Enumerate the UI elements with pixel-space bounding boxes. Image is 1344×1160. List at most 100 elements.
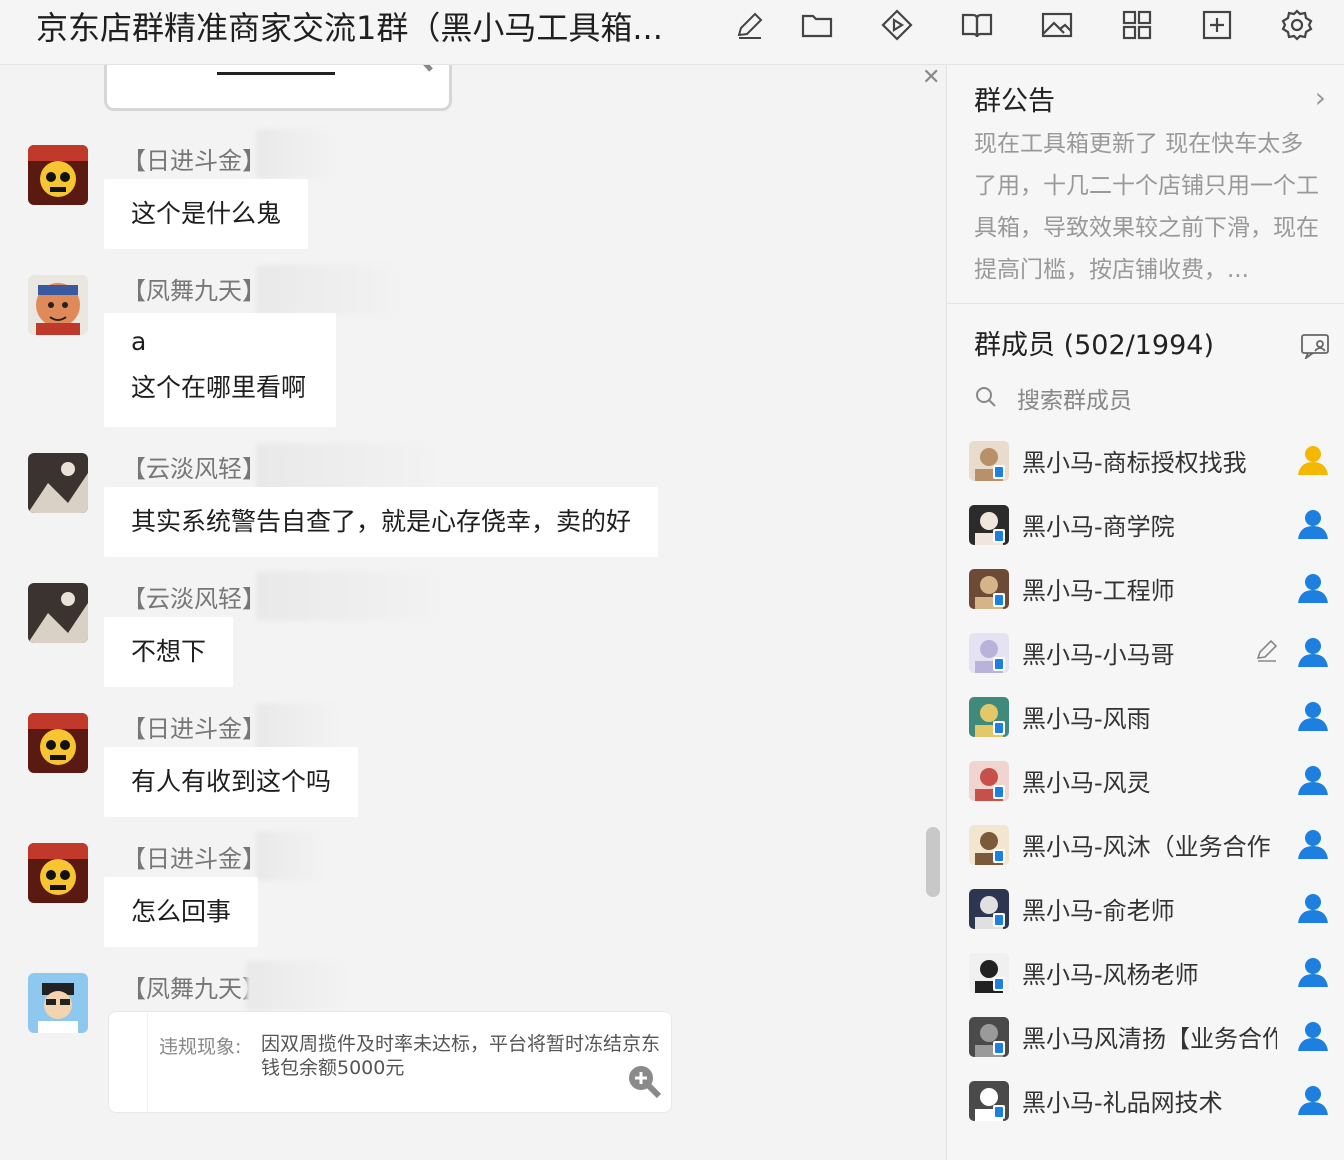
- blurred-name: [246, 961, 342, 1011]
- image-content: [217, 72, 335, 75]
- image-message-preview[interactable]: [104, 65, 452, 111]
- admin-badge-icon: [1298, 766, 1328, 795]
- zoom-icon[interactable]: [627, 1064, 663, 1100]
- member-item[interactable]: 黑小马-俞老师: [947, 881, 1344, 941]
- announcement-body[interactable]: 现在工具箱更新了 现在快车太多了用，十几二十个店铺只用一个工具箱，导致效果较之前…: [974, 123, 1319, 291]
- owner-badge-icon: [1298, 446, 1328, 475]
- grid-icon[interactable]: [1120, 8, 1154, 42]
- member-item[interactable]: 黑小马-风灵: [947, 753, 1344, 813]
- avatar[interactable]: [28, 973, 88, 1033]
- member-item[interactable]: 黑小马-商标授权找我: [947, 433, 1344, 493]
- member-name: 黑小马-风雨: [1022, 705, 1151, 733]
- admin-badge-icon: [1298, 1086, 1328, 1115]
- member-avatar: [969, 697, 1009, 737]
- avatar[interactable]: [28, 583, 88, 643]
- member-name: 黑小马-商标授权找我: [1022, 449, 1247, 477]
- admin-badge-icon: [1298, 510, 1328, 539]
- member-avatar: [969, 633, 1009, 673]
- avatar[interactable]: [28, 145, 88, 205]
- blurred-name: [256, 831, 322, 881]
- member-name: 黑小马-商学院: [1022, 513, 1175, 541]
- member-item[interactable]: 黑小马-小马哥: [947, 625, 1344, 685]
- admin-badge-icon: [1298, 830, 1328, 859]
- admin-badge-icon: [1298, 574, 1328, 603]
- close-icon[interactable]: ✕: [922, 67, 944, 89]
- sender-name: 【云淡风轻】: [122, 455, 266, 483]
- member-avatar: [969, 825, 1009, 865]
- admin-badge-icon: [1298, 958, 1328, 987]
- add-window-icon[interactable]: [1200, 8, 1234, 42]
- member-manage-icon[interactable]: [1300, 331, 1330, 359]
- card-divider: [147, 1012, 148, 1112]
- avatar[interactable]: [28, 275, 88, 335]
- card-label: 违规现象:: [159, 1036, 242, 1058]
- admin-badge-icon: [1298, 1022, 1328, 1051]
- member-avatar: [969, 1017, 1009, 1057]
- member-name: 黑小马-小马哥: [1022, 641, 1175, 669]
- member-avatar: [969, 569, 1009, 609]
- folder-icon[interactable]: [800, 8, 834, 42]
- sender-name: 【云淡风轻】: [122, 585, 266, 613]
- chat-area[interactable]: ✕ 【日进斗金】 这个是什么鬼 【凤舞九天】 a 这个在哪里看啊 【云淡风轻】 …: [4, 65, 944, 1160]
- member-item[interactable]: 黑小马风清扬【业务合作: [947, 1009, 1344, 1069]
- message-bubble[interactable]: 其实系统警告自查了，就是心存侥幸，卖的好: [104, 487, 659, 557]
- admin-badge-icon: [1298, 702, 1328, 731]
- edit-icon[interactable]: [733, 8, 767, 42]
- avatar[interactable]: [28, 453, 88, 513]
- member-avatar: [969, 953, 1009, 993]
- forwarded-image-card[interactable]: 违规现象: 因双周揽件及时率未达标，平台将暂时冻结京东钱包余额5000元: [108, 1011, 672, 1113]
- message-bubble[interactable]: 这个是什么鬼: [104, 179, 309, 249]
- member-item[interactable]: 黑小马-风杨老师: [947, 945, 1344, 1005]
- title-bar: 京东店群精准商家交流1群（黑小马工具箱...: [0, 0, 1344, 65]
- member-search-input[interactable]: 搜索群成员: [1017, 381, 1132, 415]
- settings-icon[interactable]: [1280, 8, 1314, 42]
- card-text: 因双周揽件及时率未达标，平台将暂时冻结京东钱包余额5000元: [261, 1033, 661, 1079]
- zoom-icon[interactable]: [403, 65, 435, 74]
- edit-icon[interactable]: [1254, 637, 1280, 663]
- blurred-name: [256, 443, 432, 493]
- message-line: a: [131, 327, 147, 356]
- message-line: 这个在哪里看啊: [131, 373, 307, 402]
- image-icon[interactable]: [1040, 8, 1074, 42]
- avatar[interactable]: [28, 843, 88, 903]
- member-avatar: [969, 441, 1009, 481]
- sender-name: 【日进斗金】: [122, 845, 266, 873]
- admin-badge-icon: [1298, 894, 1328, 923]
- chevron-right-icon[interactable]: ›: [1315, 81, 1326, 114]
- members-title: 群成员 (502/1994): [974, 330, 1214, 361]
- book-icon[interactable]: [960, 8, 994, 42]
- message-bubble[interactable]: a 这个在哪里看啊: [104, 313, 336, 427]
- group-info-panel: 群公告 › 现在工具箱更新了 现在快车太多了用，十几二十个店铺只用一个工具箱，导…: [947, 65, 1344, 1160]
- member-avatar: [969, 505, 1009, 545]
- chat-scrollbar[interactable]: [926, 827, 940, 897]
- member-item[interactable]: 黑小马-风沐（业务合作: [947, 817, 1344, 877]
- announcement-title[interactable]: 群公告: [974, 79, 1055, 118]
- member-name: 黑小马-工程师: [1022, 577, 1175, 605]
- member-name: 黑小马-风杨老师: [1022, 961, 1199, 989]
- section-divider: [947, 303, 1344, 304]
- member-avatar: [969, 761, 1009, 801]
- member-name: 黑小马风清扬【业务合作: [1022, 1025, 1277, 1053]
- member-name: 黑小马-礼品网技术: [1022, 1089, 1223, 1117]
- member-avatar: [969, 889, 1009, 929]
- member-item[interactable]: 黑小马-商学院: [947, 497, 1344, 557]
- blurred-name: [256, 571, 436, 621]
- sender-name: 【凤舞九天】: [122, 277, 266, 305]
- blurred-name: [256, 129, 332, 179]
- member-name: 黑小马-风沐（业务合作: [1022, 833, 1271, 861]
- blurred-name: [256, 703, 336, 753]
- member-item[interactable]: 黑小马-礼品网技术: [947, 1073, 1344, 1133]
- avatar[interactable]: [28, 713, 88, 773]
- blurred-name: [256, 265, 396, 315]
- message-bubble[interactable]: 有人有收到这个吗: [104, 747, 359, 817]
- play-icon[interactable]: [880, 8, 914, 42]
- sender-name: 【凤舞九天】: [122, 975, 266, 1003]
- member-item[interactable]: 黑小马-工程师: [947, 561, 1344, 621]
- member-item[interactable]: 黑小马-风雨: [947, 689, 1344, 749]
- sender-name: 【日进斗金】: [122, 147, 266, 175]
- message-bubble[interactable]: 怎么回事: [104, 877, 259, 947]
- group-title: 京东店群精准商家交流1群（黑小马工具箱...: [36, 9, 663, 47]
- member-avatar: [969, 1081, 1009, 1121]
- message-bubble[interactable]: 不想下: [104, 617, 234, 687]
- member-name: 黑小马-风灵: [1022, 769, 1151, 797]
